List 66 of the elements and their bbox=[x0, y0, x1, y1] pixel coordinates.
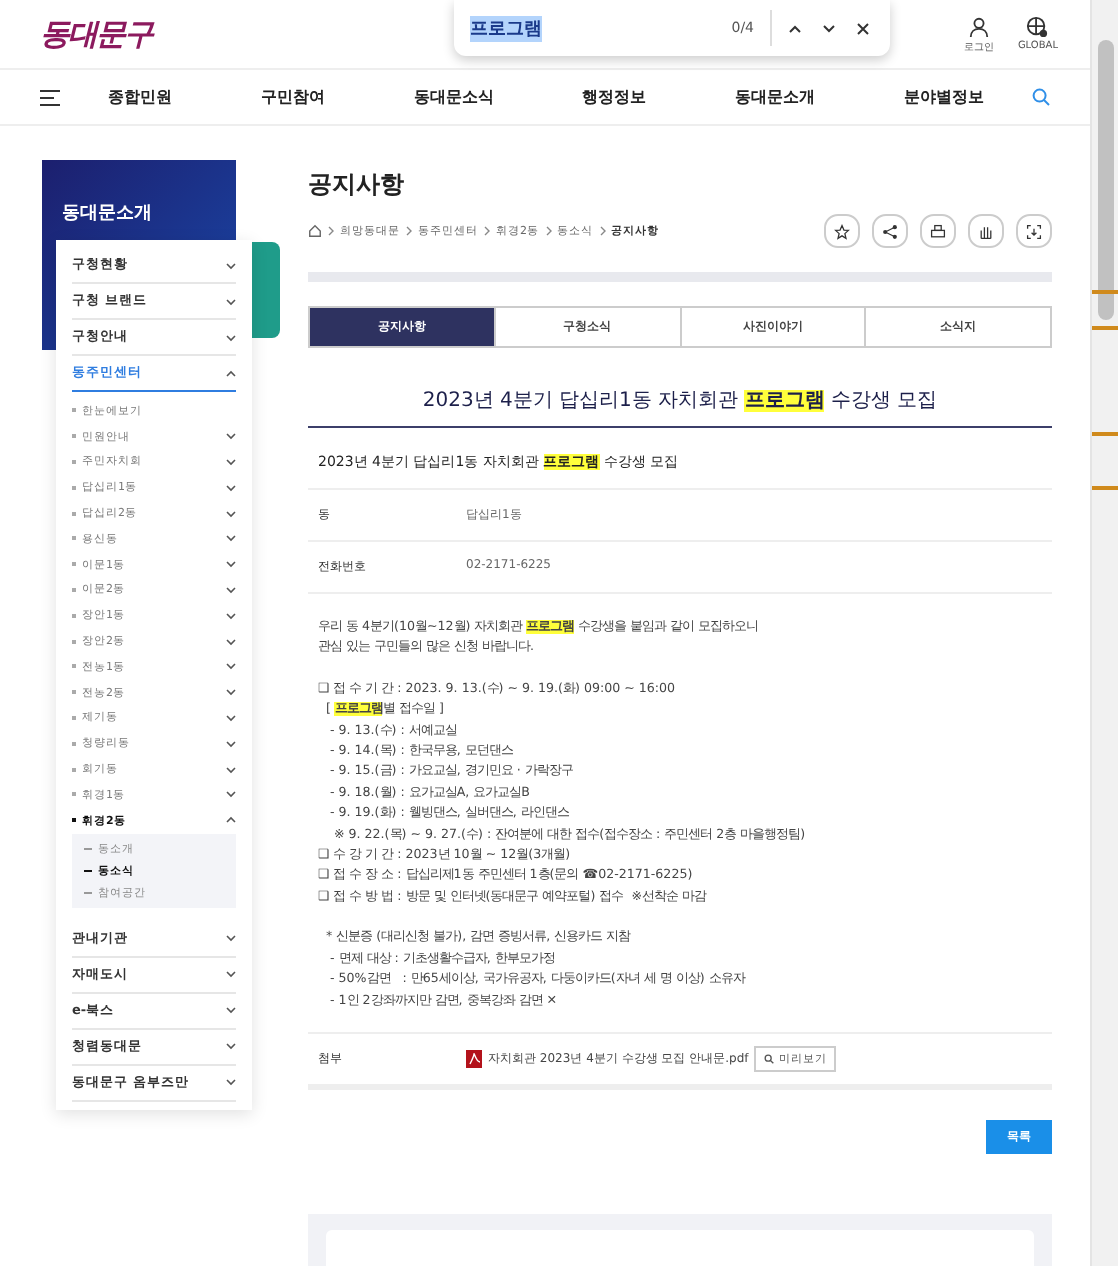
chevron-icon bbox=[226, 1042, 236, 1051]
search-icon bbox=[764, 1053, 775, 1064]
printer-icon bbox=[930, 223, 946, 239]
scrollbar-thumb[interactable] bbox=[1098, 40, 1114, 320]
post-title: 2023년 4분기 답십리1동 자치회관 프로그램 수강생 모집 bbox=[308, 386, 1052, 428]
sidebar-title: 동대문소개 bbox=[62, 204, 152, 224]
chevron-icon bbox=[226, 970, 236, 979]
nav-item[interactable]: 종합민원 bbox=[108, 86, 173, 108]
chevron-right-icon bbox=[406, 226, 412, 236]
chevron-icon bbox=[226, 369, 236, 377]
chevron-icon bbox=[226, 637, 236, 646]
hand-button[interactable] bbox=[968, 214, 1004, 248]
share-icon bbox=[882, 223, 898, 239]
chevron-icon bbox=[226, 534, 236, 543]
close-button[interactable] bbox=[852, 17, 874, 39]
chevron-icon bbox=[226, 457, 236, 466]
star-icon bbox=[834, 223, 850, 239]
logo[interactable]: 동대문구 bbox=[40, 15, 152, 53]
chevron-icon bbox=[226, 261, 236, 269]
nav-item[interactable]: 동대문소개 bbox=[734, 86, 815, 108]
close-icon bbox=[856, 21, 870, 35]
chevron-icon bbox=[226, 611, 236, 620]
chevron-right-icon bbox=[545, 226, 551, 236]
chevron-icon bbox=[226, 432, 236, 441]
scrollbar[interactable] bbox=[1090, 0, 1118, 1266]
chevron-icon bbox=[226, 765, 236, 774]
nav-item[interactable]: 분야별정보 bbox=[903, 86, 984, 108]
chevron-icon bbox=[226, 688, 236, 697]
hand-icon bbox=[978, 223, 994, 239]
chevron-right-icon bbox=[484, 226, 490, 236]
nav-item[interactable]: 행정정보 bbox=[582, 86, 647, 108]
nav-item[interactable]: 동대문소식 bbox=[413, 86, 494, 108]
menu-button[interactable] bbox=[36, 85, 64, 109]
search-button[interactable] bbox=[1028, 84, 1054, 110]
frame-icon bbox=[1026, 223, 1042, 239]
search-icon bbox=[1032, 88, 1050, 106]
chevron-icon bbox=[226, 662, 236, 671]
menu-icon bbox=[40, 89, 60, 105]
chevron-icon bbox=[226, 585, 236, 594]
page-title: 공지사항 bbox=[308, 168, 406, 202]
nav-item[interactable]: 구민참여 bbox=[260, 86, 325, 108]
chevron-icon bbox=[226, 790, 236, 799]
share-button[interactable] bbox=[872, 214, 908, 248]
favorite-button[interactable] bbox=[824, 214, 860, 248]
chevron-icon bbox=[226, 483, 236, 492]
chevron-icon bbox=[226, 333, 236, 341]
chevron-icon bbox=[226, 297, 236, 305]
chevron-icon bbox=[226, 509, 236, 518]
print-button[interactable] bbox=[920, 214, 956, 248]
chevron-down-icon bbox=[822, 23, 836, 33]
pdf-icon bbox=[466, 1049, 482, 1068]
chevron-icon bbox=[226, 560, 236, 569]
chevron-right-icon bbox=[599, 226, 605, 236]
capture-button[interactable] bbox=[1016, 214, 1052, 248]
chevron-right-icon bbox=[328, 226, 334, 236]
home-icon[interactable] bbox=[308, 224, 322, 238]
chevron-up-icon bbox=[788, 23, 802, 33]
chevron-icon bbox=[226, 934, 236, 943]
person-icon bbox=[967, 15, 990, 37]
chevron-icon bbox=[226, 1006, 236, 1015]
globe-icon bbox=[1026, 15, 1049, 37]
chevron-icon bbox=[226, 739, 236, 748]
chevron-icon bbox=[226, 1078, 236, 1087]
next-button[interactable] bbox=[818, 19, 840, 37]
chevron-icon bbox=[226, 816, 236, 825]
chevron-icon bbox=[226, 713, 236, 722]
